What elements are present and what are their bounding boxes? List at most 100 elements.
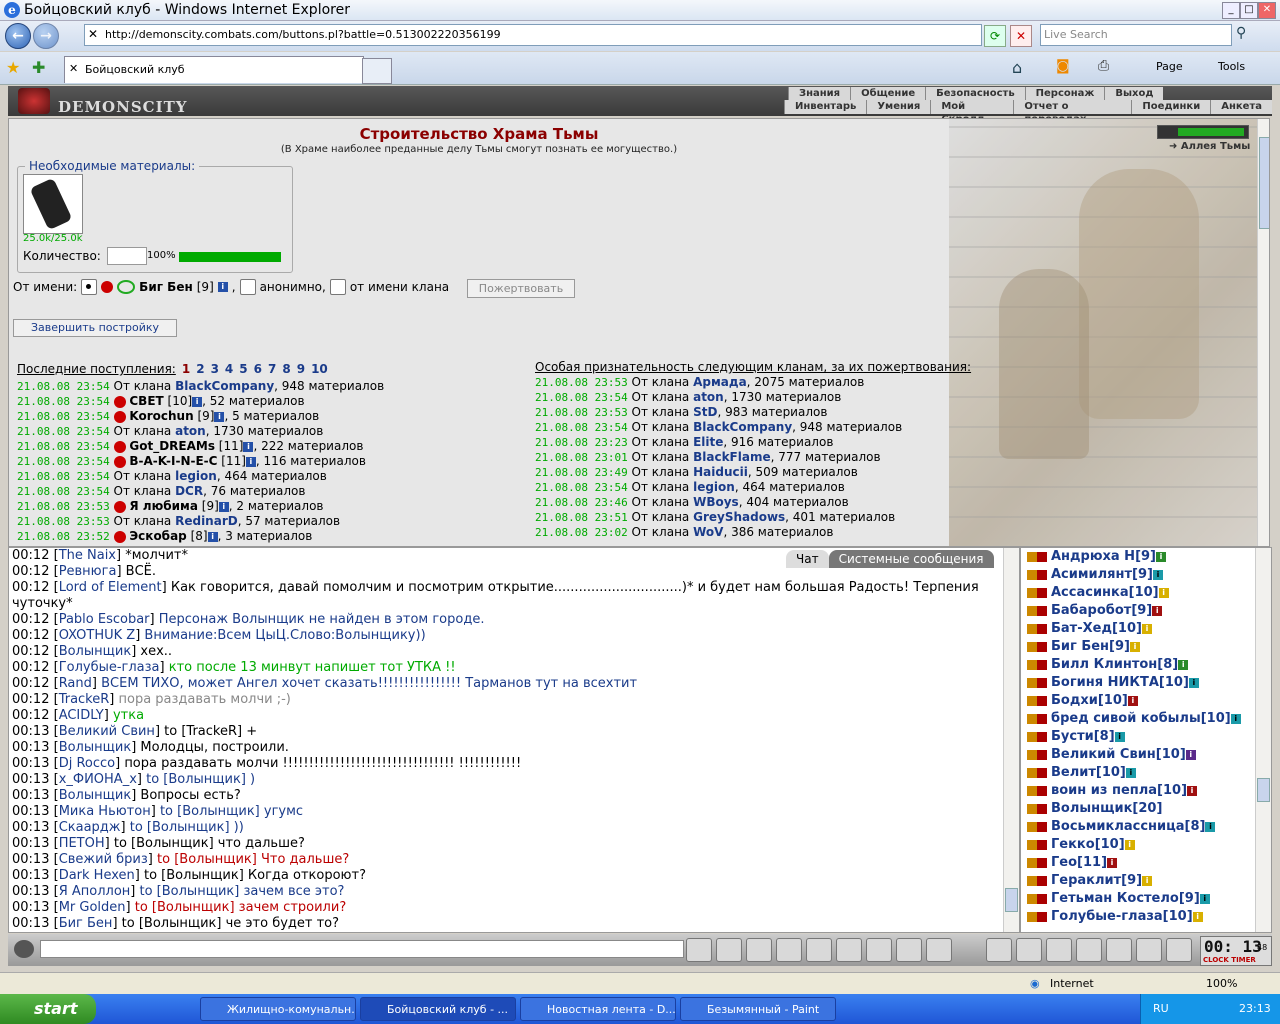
info-icon[interactable]: i (207, 531, 218, 542)
clan-name[interactable]: BlackCompany (693, 420, 792, 434)
user-name[interactable]: Бат-Хед (1051, 621, 1112, 636)
user-item[interactable]: Восьмиклассница[8] i (1027, 818, 1241, 836)
clan-name[interactable]: BlackFlame (693, 450, 771, 464)
clan-name[interactable]: GreyShadows (693, 510, 785, 524)
page-link[interactable]: 5 (239, 362, 247, 376)
chat-author[interactable]: Волынщик (59, 644, 132, 659)
page-link[interactable]: 8 (282, 362, 290, 376)
page-link[interactable]: 2 (196, 362, 204, 376)
user-item[interactable]: воин из пепла[10] i (1027, 782, 1241, 800)
search-icon[interactable]: ⚲ (1236, 25, 1246, 41)
info-icon[interactable]: i (245, 456, 256, 467)
tab-chat[interactable]: Чат (786, 550, 829, 568)
chat-mode-icon[interactable] (14, 940, 34, 958)
user-item[interactable]: Бат-Хед[10] i (1027, 620, 1241, 638)
private-message-icon[interactable] (1027, 695, 1047, 706)
mail-icon[interactable] (1076, 938, 1102, 962)
tab-active[interactable]: ✕ Бойцовский клуб (64, 56, 364, 83)
clan-name[interactable]: WoV (693, 525, 723, 539)
chat-author[interactable]: The Naix (59, 548, 116, 563)
info-icon[interactable]: i (218, 501, 229, 512)
alley-link[interactable]: ➜ Аллея Тьмы (1169, 141, 1250, 152)
user-item[interactable]: Велит[10] i (1027, 764, 1241, 782)
page-link[interactable]: 6 (254, 362, 262, 376)
filter-icon[interactable] (746, 938, 772, 962)
page-link[interactable]: 4 (225, 362, 233, 376)
menu-item[interactable]: Знания (788, 87, 850, 100)
private-message-icon[interactable] (1027, 839, 1047, 850)
chat-author[interactable]: Rand (59, 676, 92, 691)
from-self-radio[interactable] (81, 279, 98, 295)
user-name[interactable]: Ассасинка (1051, 585, 1129, 600)
user-item[interactable]: Великий Свин[10] i (1027, 746, 1241, 764)
info-icon[interactable]: i (1178, 659, 1189, 670)
private-message-icon[interactable] (1027, 731, 1047, 742)
user-item[interactable]: Богиня НИКТА[10] i (1027, 674, 1241, 692)
donate-button[interactable]: Пожертвовать (467, 279, 575, 298)
chat-author[interactable]: ACIDLY (59, 708, 104, 723)
zoom-level[interactable]: 100% (1206, 977, 1237, 990)
print-icon[interactable]: ⎙ (1098, 58, 1109, 74)
minimize-button[interactable]: _ (1222, 2, 1240, 19)
clan-name[interactable]: Elite (693, 435, 723, 449)
tab-system-messages[interactable]: Системные сообщения (828, 550, 994, 568)
page-link[interactable]: 7 (268, 362, 276, 376)
private-message-icon[interactable] (1027, 785, 1047, 796)
info-icon[interactable]: i (1142, 875, 1153, 886)
anonymous-radio[interactable] (239, 279, 256, 295)
info-icon[interactable]: i (1152, 605, 1163, 616)
lock-icon[interactable] (1106, 938, 1132, 962)
info-icon[interactable]: i (1141, 623, 1152, 634)
user-name[interactable]: Восьмиклассница (1051, 819, 1185, 834)
chat-author[interactable]: Pablo Escobar (59, 612, 150, 627)
chat-author[interactable]: Великий Свин (59, 724, 155, 739)
user-name[interactable]: Гекко (1051, 837, 1095, 852)
info-icon[interactable]: i (1124, 839, 1135, 850)
chat-author[interactable]: OXOTHUK Z (59, 628, 136, 643)
user-item[interactable]: Андрюха Н[9] i (1027, 548, 1241, 566)
private-message-icon[interactable] (1027, 659, 1047, 670)
translit-icon[interactable] (836, 938, 862, 962)
menu-item[interactable]: Выход (1104, 87, 1163, 100)
chat-author[interactable]: Мика Ньютон (59, 804, 151, 819)
user-name[interactable]: Бодхи (1051, 693, 1098, 708)
mask-icon[interactable] (1046, 938, 1072, 962)
user-item[interactable]: бред сивой кобылы[10] i (1027, 710, 1241, 728)
player-info-icon[interactable]: i (217, 282, 228, 292)
info-icon[interactable]: i (1156, 551, 1166, 562)
info-icon[interactable]: i (1158, 587, 1169, 598)
private-message-icon[interactable] (1027, 803, 1047, 814)
chat-author[interactable]: Голубые-глаза (59, 660, 160, 675)
donor-name[interactable]: RedinarD (175, 514, 238, 528)
donor-name[interactable]: DCR (175, 484, 203, 498)
page-link[interactable]: 10 (311, 362, 328, 376)
main-scroll-thumb[interactable] (1259, 137, 1269, 229)
task-item-active[interactable]: Бойцовский клуб - ... (360, 997, 516, 1021)
menu-item[interactable]: Общение (850, 87, 925, 100)
user-name[interactable]: Велит (1051, 765, 1096, 780)
private-message-icon[interactable] (1027, 749, 1047, 760)
private-message-icon[interactable] (1027, 911, 1047, 922)
new-tab-button[interactable] (362, 58, 392, 84)
info-icon[interactable]: i (1192, 911, 1203, 922)
private-message-icon[interactable] (1027, 605, 1047, 616)
page-link[interactable]: 1 (182, 362, 190, 376)
user-item[interactable]: Волынщик[20] (1027, 800, 1241, 818)
user-name[interactable]: бред сивой кобылы (1051, 711, 1201, 726)
info-icon[interactable]: i (1127, 695, 1138, 706)
user-name[interactable]: Гео (1051, 855, 1077, 870)
chat-author[interactable]: Dark Hexen (59, 868, 135, 883)
user-name[interactable]: Билл Клинтон (1051, 657, 1157, 672)
info-icon[interactable]: i (1129, 641, 1140, 652)
private-message-icon[interactable] (1027, 587, 1047, 598)
chat-input[interactable] (40, 940, 684, 958)
clan-radio[interactable] (329, 279, 346, 295)
user-name[interactable]: Богиня НИКТА (1051, 675, 1159, 690)
users-scrollbar[interactable] (1255, 548, 1271, 932)
chat-scrollbar[interactable] (1003, 548, 1019, 932)
donor-name[interactable]: aton (175, 424, 206, 438)
clan-name[interactable]: aton (693, 390, 724, 404)
donor-name[interactable]: BlackCompany (175, 379, 274, 393)
add-favorites-icon[interactable]: ✚ (32, 58, 45, 77)
eraser-icon[interactable] (716, 938, 742, 962)
